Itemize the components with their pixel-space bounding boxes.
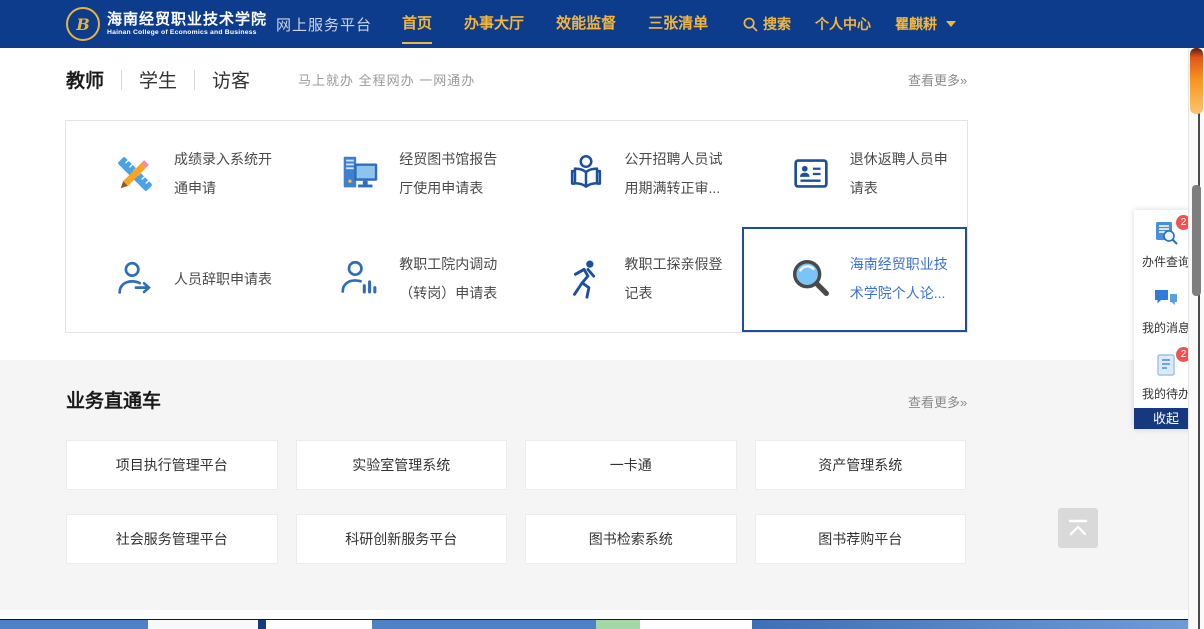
section-gap <box>0 610 1204 619</box>
biz-button-social-service[interactable]: 社会服务管理平台 <box>66 514 278 564</box>
personal-center-link[interactable]: 个人中心 <box>815 14 871 34</box>
biz-button-lab-management[interactable]: 实验室管理系统 <box>296 440 508 490</box>
biz-button-project-management[interactable]: 项目执行管理平台 <box>66 440 278 490</box>
back-to-top-icon <box>1067 518 1089 538</box>
username: 瞿麒耕 <box>895 14 937 34</box>
service-card-library-hall[interactable]: 经贸图书馆报告厅使用申请表 <box>291 121 516 227</box>
tab-student[interactable]: 学生 <box>139 66 177 93</box>
main-menu: 首页 办事大厅 效能监督 三张清单 <box>402 0 708 48</box>
nav-item-three-lists[interactable]: 三张清单 <box>648 0 708 48</box>
emblem-monogram: B <box>76 15 90 34</box>
service-card-personal-forum[interactable]: 海南经贸职业技术学院个人论... <box>742 227 967 333</box>
tab-visitor[interactable]: 访客 <box>212 66 250 93</box>
service-card-label: 成绩录入系统开通申请 <box>174 145 280 203</box>
footer-segment <box>0 620 148 629</box>
footer-segment <box>596 620 640 629</box>
service-card-retiree-rehire[interactable]: 退休返聘人员申请表 <box>742 121 967 227</box>
business-grid: 项目执行管理平台 实验室管理系统 一卡通 资产管理系统 社会服务管理平台 科研创… <box>66 440 966 564</box>
service-card-label: 教职工院内调动（转岗）申请表 <box>399 250 505 308</box>
search-label: 搜索 <box>763 14 791 34</box>
scrollbar-thumb-orange[interactable] <box>1190 48 1203 114</box>
id-card-icon <box>788 151 834 197</box>
biz-button-asset-management[interactable]: 资产管理系统 <box>755 440 967 490</box>
business-section: 业务直通车 查看更多» 项目执行管理平台 实验室管理系统 一卡通 资产管理系统 … <box>0 360 1204 610</box>
nav-item-home[interactable]: 首页 <box>402 0 432 48</box>
footer-segment <box>640 620 752 629</box>
service-card-panel: 成绩录入系统开通申请 经贸图书馆报告厅使用申请表 公开招聘人员试用期满转正审. <box>65 120 968 333</box>
school-logo: 海南经贸职业技术学院 Hainan College of Economics a… <box>107 12 267 37</box>
business-more-link[interactable]: 查看更多» <box>908 392 967 411</box>
footer-strip <box>0 619 1204 629</box>
service-card-label: 退休返聘人员申请表 <box>850 145 956 203</box>
ruler-pencil-icon <box>112 151 158 197</box>
user-menu[interactable]: 瞿麒耕 <box>895 14 956 34</box>
service-card-label: 公开招聘人员试用期满转正审... <box>625 145 731 203</box>
page-scrollbar[interactable] <box>1188 48 1204 629</box>
tab-divider <box>121 70 122 90</box>
role-tabs: 教师 学生 访客 马上就办 全程网办 一网通办 <box>66 66 475 93</box>
biz-button-book-search[interactable]: 图书检索系统 <box>525 514 737 564</box>
service-card-internal-transfer[interactable]: 教职工院内调动（转岗）申请表 <box>291 227 516 333</box>
top-navbar: B 海南经贸职业技术学院 Hainan College of Economics… <box>0 0 1204 48</box>
footer-segment <box>752 620 1192 629</box>
chat-bubbles-icon <box>1153 286 1179 312</box>
services-more-link[interactable]: 查看更多» <box>908 70 967 89</box>
todo-document-icon <box>1153 352 1179 378</box>
platform-title: 网上服务平台 <box>276 14 372 35</box>
tab-divider <box>194 70 195 90</box>
biz-button-one-card[interactable]: 一卡通 <box>525 440 737 490</box>
biz-button-book-recommend[interactable]: 图书荐购平台 <box>755 514 967 564</box>
computer-icon <box>337 151 383 197</box>
biz-button-research-innovation[interactable]: 科研创新服务平台 <box>296 514 508 564</box>
footer-segment <box>266 620 372 629</box>
scrollbar-thumb-gray[interactable] <box>1192 185 1201 296</box>
document-search-icon <box>1153 220 1179 246</box>
service-card-label: 经贸图书馆报告厅使用申请表 <box>399 145 505 203</box>
footer-segment <box>148 620 258 629</box>
person-chart-icon <box>337 256 383 302</box>
school-emblem-icon: B <box>66 7 100 41</box>
footer-segment <box>372 620 596 629</box>
service-card-label: 海南经贸职业技术学院个人论... <box>850 250 956 308</box>
service-card-grade-entry[interactable]: 成绩录入系统开通申请 <box>66 121 291 227</box>
school-name-en: Hainan College of Economics and Business <box>107 29 267 36</box>
magnifier-icon <box>788 256 834 302</box>
navbar-right: 搜索 个人中心 瞿麒耕 <box>743 14 956 34</box>
business-section-title: 业务直通车 <box>66 386 161 413</box>
tab-teacher[interactable]: 教师 <box>66 66 104 93</box>
person-running-icon <box>563 256 609 302</box>
school-name-cn: 海南经贸职业技术学院 <box>107 12 267 28</box>
nav-item-efficiency[interactable]: 效能监督 <box>556 0 616 48</box>
nav-item-service-hall[interactable]: 办事大厅 <box>464 0 524 48</box>
search-icon <box>743 17 758 32</box>
person-reading-icon <box>563 151 609 197</box>
service-slogan: 马上就办 全程网办 一网通办 <box>298 70 475 89</box>
person-leave-icon <box>112 256 158 302</box>
footer-segment <box>258 620 266 629</box>
service-card-label: 人员辞职申请表 <box>174 265 280 294</box>
service-card-probation-review[interactable]: 公开招聘人员试用期满转正审... <box>517 121 742 227</box>
back-to-top-button[interactable] <box>1058 508 1098 548</box>
service-card-resignation[interactable]: 人员辞职申请表 <box>66 227 291 333</box>
services-section: 教师 学生 访客 马上就办 全程网办 一网通办 查看更多» 成绩录入系统开通申请 <box>0 48 1204 360</box>
chevron-down-icon <box>946 21 956 27</box>
search-button[interactable]: 搜索 <box>743 14 791 34</box>
service-card-family-visit-leave[interactable]: 教职工探亲假登记表 <box>517 227 742 333</box>
service-card-label: 教职工探亲假登记表 <box>625 250 731 308</box>
